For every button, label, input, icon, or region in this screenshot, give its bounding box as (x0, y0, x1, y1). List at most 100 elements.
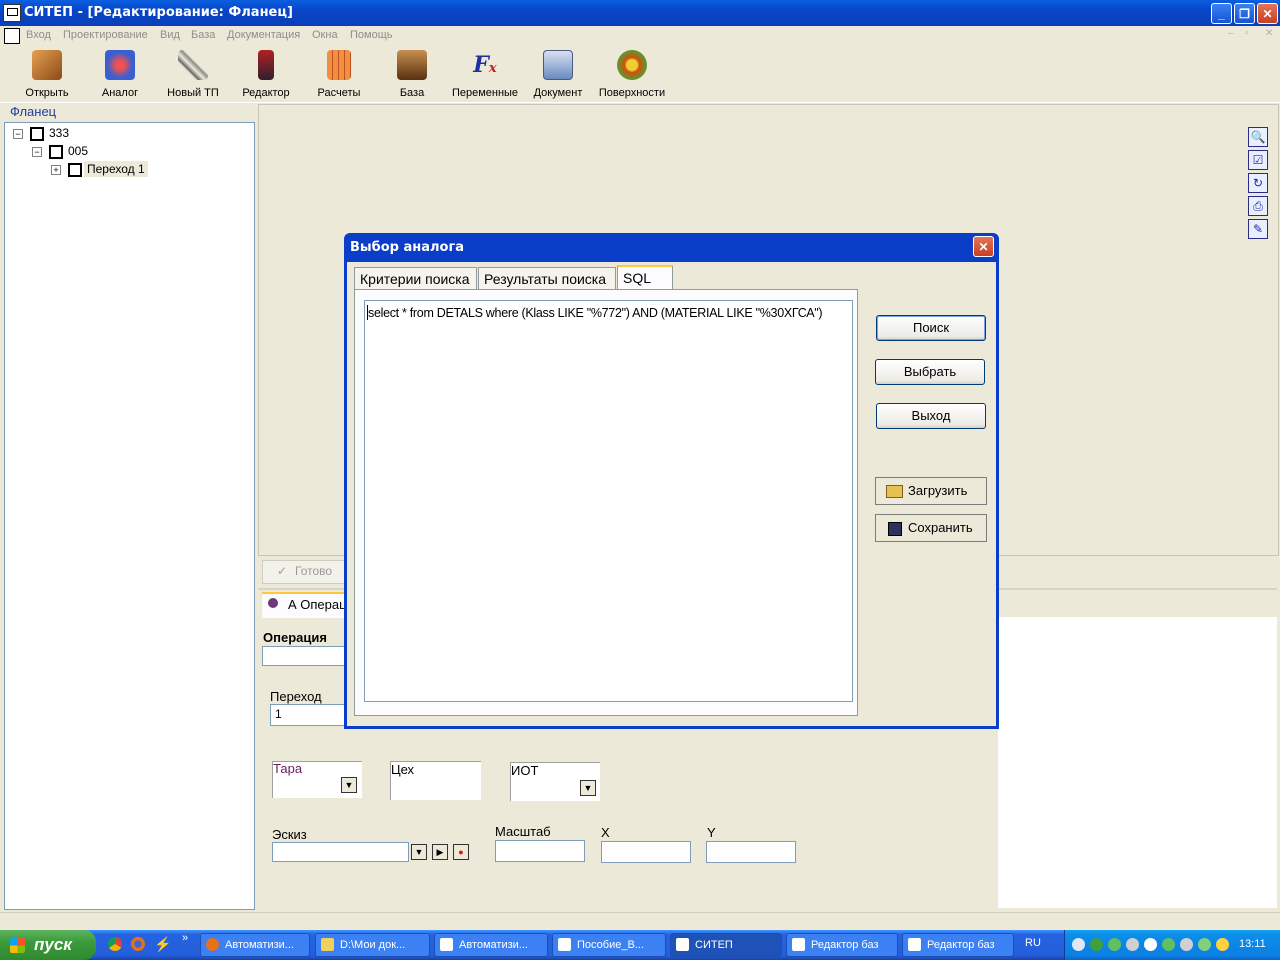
sketch-label: Эскиз (272, 827, 307, 842)
sketch-play-button[interactable]: ▶ (432, 844, 448, 860)
x-field[interactable] (601, 841, 691, 863)
restore-button[interactable]: ❐ (1234, 3, 1255, 24)
scale-field[interactable] (495, 840, 585, 862)
mdi-minimize-button[interactable]: – (1228, 28, 1234, 39)
x-label: X (601, 825, 610, 840)
sketch-field[interactable] (272, 842, 409, 862)
title-bar: СИТЕП - [Редактирование: Фланец] _ ❐ ✕ (0, 0, 1280, 26)
task-db-editor-1[interactable]: Редактор баз (786, 933, 898, 957)
refresh-icon[interactable]: ↻ (1248, 173, 1268, 193)
check-frame-icon[interactable]: ☑ (1248, 150, 1268, 170)
mdi-restore-button[interactable]: ▫ (1245, 28, 1249, 39)
tara-label: Тара (273, 761, 303, 776)
app-icon[interactable] (3, 4, 21, 22)
select-button[interactable]: Выбрать (875, 359, 985, 385)
language-indicator[interactable]: RU (1025, 937, 1041, 949)
analog-icon (105, 50, 135, 80)
tree-checkbox-transition[interactable] (68, 163, 82, 177)
iot-dropdown-button[interactable]: ▼ (580, 780, 596, 796)
editor-button[interactable]: Редактор (236, 50, 296, 100)
zoom-icon[interactable]: 🔍 (1248, 127, 1268, 147)
quicklaunch-app-icon[interactable]: ⚡ (154, 936, 171, 953)
tree-expand-transition[interactable]: + (51, 165, 61, 175)
menu-item-login[interactable]: Вход (26, 29, 51, 41)
open-button[interactable]: Открыть (17, 50, 77, 100)
variables-button[interactable]: Fx Переменные (450, 50, 520, 100)
exit-button[interactable]: Выход (876, 403, 986, 429)
magic-wand-icon[interactable]: ✎ (1248, 219, 1268, 239)
tree-node-transition[interactable]: Переход 1 (84, 161, 148, 177)
power-icon[interactable] (1216, 938, 1229, 951)
sketch-record-button[interactable]: ● (453, 844, 469, 860)
project-tree[interactable] (4, 122, 255, 910)
task-explorer[interactable]: D:\Мои док... (315, 933, 430, 957)
tab-search-results[interactable]: Результаты поиска (478, 267, 616, 289)
db-editor-task-icon (908, 938, 921, 951)
menu-item-documentation[interactable]: Документация (227, 29, 300, 41)
document-button[interactable]: Документ (528, 50, 588, 100)
surfaces-button[interactable]: Поверхности (596, 50, 668, 100)
tree-collapse-005[interactable]: − (32, 147, 42, 157)
tara-dropdown-button[interactable]: ▼ (341, 777, 357, 793)
tree-node-333[interactable]: 333 (49, 126, 69, 140)
gear-surface-icon (617, 50, 647, 80)
transition-field[interactable]: 1 (270, 704, 350, 726)
db-editor-task-icon (792, 938, 805, 951)
network-icon[interactable] (1090, 938, 1103, 951)
tree-checkbox-333[interactable] (30, 127, 44, 141)
tab-sql[interactable]: SQL (617, 265, 673, 289)
menu-item-design[interactable]: Проектирование (63, 29, 148, 41)
editor-icon (258, 50, 274, 80)
calculations-label: Расчеты (317, 87, 361, 99)
task-firefox[interactable]: Автоматизи... (200, 933, 310, 957)
mdi-close-button[interactable]: ✕ (1265, 28, 1273, 39)
analog-button[interactable]: Аналог (90, 50, 150, 100)
quicklaunch-overflow[interactable]: » (182, 932, 188, 944)
open-camera-icon (32, 50, 62, 80)
firefox-icon[interactable] (131, 937, 145, 951)
operation-field[interactable] (262, 646, 352, 666)
tab-search-criteria[interactable]: Критерии поиска (354, 267, 477, 289)
surfaces-label: Поверхности (598, 87, 666, 99)
menu-item-database[interactable]: База (191, 29, 215, 41)
minimize-button[interactable]: _ (1211, 3, 1232, 24)
update-icon[interactable] (1180, 938, 1193, 951)
print-icon[interactable]: ⎙ (1248, 196, 1268, 216)
tree-checkbox-005[interactable] (49, 145, 63, 159)
start-button[interactable]: пуск (0, 930, 96, 960)
dialog-close-button[interactable]: ✕ (973, 236, 994, 257)
sketch-dropdown-button[interactable]: ▼ (411, 844, 427, 860)
sql-query-text[interactable]: select * from DETALS where (Klass LIKE "… (368, 305, 838, 321)
chrome-icon[interactable] (108, 937, 122, 951)
menu-item-help[interactable]: Помощь (350, 29, 393, 41)
document-search-icon (543, 50, 573, 80)
y-field[interactable] (706, 841, 796, 863)
task-db-editor-2[interactable]: Редактор баз (902, 933, 1014, 957)
task-word-2[interactable]: Пособие_В... (552, 933, 666, 957)
ready-button[interactable]: ✓ Готово (262, 560, 348, 584)
task-word-1[interactable]: Автоматизи... (434, 933, 548, 957)
menu-item-windows[interactable]: Окна (312, 29, 338, 41)
sql-editor[interactable] (364, 300, 853, 702)
close-button[interactable]: ✕ (1257, 3, 1278, 24)
task-sitep[interactable]: СИТЕП (670, 933, 782, 957)
save-button[interactable]: Сохранить (875, 514, 987, 542)
document-icon[interactable] (4, 28, 20, 44)
database-button[interactable]: База (382, 50, 442, 100)
antivirus-icon[interactable] (1198, 938, 1211, 951)
tree-node-005[interactable]: 005 (68, 144, 88, 158)
load-button[interactable]: Загрузить (875, 477, 987, 505)
device-icon[interactable] (1126, 938, 1139, 951)
calculations-button[interactable]: Расчеты (309, 50, 369, 100)
search-button[interactable]: Поиск (876, 315, 986, 341)
app-tray-icon[interactable] (1162, 938, 1175, 951)
menu-item-view[interactable]: Вид (160, 29, 180, 41)
volume-icon[interactable] (1072, 938, 1085, 951)
security-icon[interactable] (1108, 938, 1121, 951)
word-task-icon (440, 938, 453, 951)
usb-icon[interactable] (1144, 938, 1157, 951)
analog-label: Аналог (101, 87, 139, 99)
tree-collapse-333[interactable]: − (13, 129, 23, 139)
new-process-button[interactable]: Новый ТП (163, 50, 223, 100)
function-fx-icon: Fx (473, 52, 497, 78)
